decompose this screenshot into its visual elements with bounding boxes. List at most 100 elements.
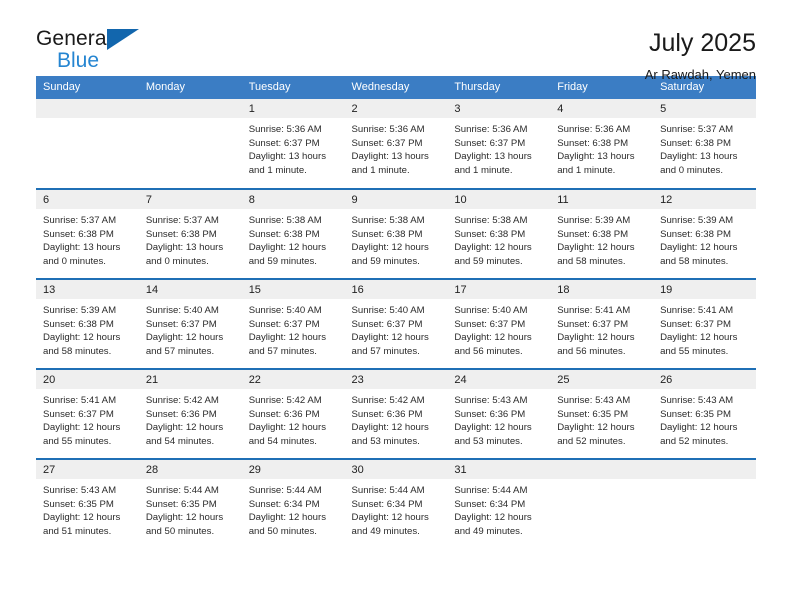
day-number: 25 [550, 370, 654, 389]
daylight-text: Daylight: 12 hours and 58 minutes. [557, 242, 635, 267]
sunset-text: Sunset: 6:38 PM [660, 137, 731, 149]
sunset-text: Sunset: 6:35 PM [43, 498, 114, 510]
daylight-text: Daylight: 13 hours and 0 minutes. [660, 151, 738, 176]
sunrise-text: Sunrise: 5:40 AM [454, 305, 528, 316]
day-number: 10 [447, 190, 551, 209]
calendar-day-cell[interactable]: 15 Sunrise: 5:40 AM Sunset: 6:37 PM Dayligh… [241, 278, 345, 369]
calendar-day-cell[interactable]: 10 Sunrise: 5:38 AM Sunset: 6:38 PM Dayligh… [447, 188, 551, 279]
sunset-text: Sunset: 6:34 PM [351, 498, 423, 510]
weekday-header-thursday: Thursday [447, 76, 551, 99]
sunset-text: Sunset: 6:37 PM [248, 318, 320, 330]
calendar-day-cell[interactable]: 1 Sunrise: 5:36 AM Sunset: 6:37 PM Daylight… [241, 99, 345, 189]
day-number: 29 [241, 460, 345, 479]
day-details: Sunrise: 5:37 AM Sunset: 6:38 PM Daylight:… [36, 209, 139, 268]
sunrise-text: Sunrise: 5:36 AM [248, 124, 322, 135]
sunset-text: Sunset: 6:37 PM [145, 318, 217, 330]
calendar-day-cell[interactable]: 18 Sunrise: 5:41 AM Sunset: 6:37 PM Dayligh… [550, 278, 654, 369]
day-number: 24 [447, 370, 551, 389]
sunrise-text: Sunrise: 5:41 AM [43, 395, 117, 406]
general-blue-logo[interactable]: General Blue [36, 28, 156, 76]
sunrise-text: Sunrise: 5:38 AM [454, 215, 528, 226]
sunset-text: Sunset: 6:35 PM [145, 498, 217, 510]
sunset-text: Sunset: 6:37 PM [351, 318, 423, 330]
weekday-header-sunday: Sunday [36, 76, 139, 99]
day-number: 17 [447, 280, 551, 299]
sunrise-text: Sunrise: 5:43 AM [660, 395, 734, 406]
day-details: Sunrise: 5:42 AM Sunset: 6:36 PM Daylight:… [242, 389, 345, 448]
calendar-day-cell[interactable]: 9 Sunrise: 5:38 AM Sunset: 6:38 PM Daylight… [344, 188, 448, 279]
calendar-day-cell[interactable]: 2 Sunrise: 5:36 AM Sunset: 6:37 PM Daylight… [344, 99, 448, 189]
day-number: 19 [653, 280, 756, 299]
calendar-week-row: 6 Sunrise: 5:37 AM Sunset: 6:38 PM Daylight… [36, 188, 756, 279]
daylight-text: Daylight: 13 hours and 1 minute. [454, 151, 532, 176]
sunrise-text: Sunrise: 5:36 AM [557, 124, 631, 135]
calendar-day-cell[interactable]: 11 Sunrise: 5:39 AM Sunset: 6:38 PM Dayligh… [550, 188, 654, 279]
sunset-text: Sunset: 6:38 PM [557, 137, 629, 149]
calendar-day-cell[interactable]: 23 Sunrise: 5:42 AM Sunset: 6:36 PM Dayligh… [344, 368, 448, 459]
calendar-day-cell[interactable]: 24 Sunrise: 5:43 AM Sunset: 6:36 PM Dayligh… [447, 368, 551, 459]
day-number: 28 [138, 460, 242, 479]
calendar-day-cell[interactable]: 17 Sunrise: 5:40 AM Sunset: 6:37 PM Dayligh… [447, 278, 551, 369]
daylight-text: Daylight: 12 hours and 57 minutes. [145, 332, 224, 357]
calendar-day-cell[interactable]: 25 Sunrise: 5:43 AM Sunset: 6:35 PM Dayligh… [550, 368, 654, 459]
calendar-day-cell[interactable]: 22 Sunrise: 5:42 AM Sunset: 6:36 PM Dayligh… [241, 368, 345, 459]
day-number: 6 [36, 190, 139, 209]
calendar-day-cell[interactable]: 5 Sunrise: 5:37 AM Sunset: 6:38 PM Daylight… [653, 99, 756, 189]
calendar-day-cell[interactable]: 20 Sunrise: 5:41 AM Sunset: 6:37 PM Dayligh… [36, 368, 139, 459]
day-number: 22 [241, 370, 345, 389]
daylight-text: Daylight: 12 hours and 50 minutes. [145, 512, 224, 537]
calendar-day-cell[interactable]: 19 Sunrise: 5:41 AM Sunset: 6:37 PM Dayligh… [653, 278, 756, 369]
calendar-day-cell[interactable]: 27 Sunrise: 5:43 AM Sunset: 6:35 PM Dayligh… [36, 458, 139, 549]
calendar-day-cell[interactable]: 29 Sunrise: 5:44 AM Sunset: 6:34 PM Dayligh… [241, 458, 345, 549]
sunrise-text: Sunrise: 5:36 AM [454, 124, 528, 135]
daylight-text: Daylight: 12 hours and 50 minutes. [248, 512, 327, 537]
day-details: Sunrise: 5:38 AM Sunset: 6:38 PM Daylight:… [447, 209, 550, 268]
day-number: 23 [344, 370, 448, 389]
sunset-text: Sunset: 6:38 PM [351, 228, 423, 240]
calendar-day-cell[interactable]: 26 Sunrise: 5:43 AM Sunset: 6:35 PM Dayligh… [653, 368, 756, 459]
calendar-day-cell[interactable]: 31 Sunrise: 5:44 AM Sunset: 6:34 PM Dayligh… [447, 458, 551, 549]
daylight-text: Daylight: 12 hours and 49 minutes. [454, 512, 532, 537]
calendar-day-cell[interactable]: 6 Sunrise: 5:37 AM Sunset: 6:38 PM Daylight… [36, 188, 139, 279]
day-details: Sunrise: 5:43 AM Sunset: 6:35 PM Daylight:… [550, 389, 653, 448]
calendar-day-cell[interactable]: 28 Sunrise: 5:44 AM Sunset: 6:35 PM Dayligh… [138, 458, 242, 549]
calendar-day-cell[interactable]: 4 Sunrise: 5:36 AM Sunset: 6:38 PM Daylight… [550, 99, 654, 189]
page-subtitle-location: Ar Rawdah, Yemen [644, 66, 756, 82]
calendar-day-cell[interactable]: 13 Sunrise: 5:39 AM Sunset: 6:38 PM Dayligh… [36, 278, 139, 369]
day-details: Sunrise: 5:37 AM Sunset: 6:38 PM Daylight:… [139, 209, 242, 268]
calendar-day-cell[interactable]: 16 Sunrise: 5:40 AM Sunset: 6:37 PM Dayligh… [344, 278, 448, 369]
sunset-text: Sunset: 6:38 PM [248, 228, 320, 240]
calendar-day-cell[interactable]: 3 Sunrise: 5:36 AM Sunset: 6:37 PM Daylight… [447, 99, 551, 189]
daylight-text: Daylight: 13 hours and 1 minute. [351, 151, 429, 176]
sunset-text: Sunset: 6:38 PM [660, 228, 731, 240]
day-number: 30 [344, 460, 448, 479]
day-details: Sunrise: 5:39 AM Sunset: 6:38 PM Daylight:… [36, 299, 139, 358]
day-number: 9 [344, 190, 448, 209]
calendar-day-cell[interactable]: 7 Sunrise: 5:37 AM Sunset: 6:38 PM Daylight… [138, 188, 242, 279]
sunset-text: Sunset: 6:37 PM [248, 137, 320, 149]
sunrise-text: Sunrise: 5:36 AM [351, 124, 425, 135]
sunset-text: Sunset: 6:36 PM [351, 408, 423, 420]
weekday-header-monday: Monday [138, 76, 242, 99]
day-number: 5 [653, 99, 756, 118]
sunrise-text: Sunrise: 5:44 AM [145, 485, 219, 496]
sunset-text: Sunset: 6:34 PM [454, 498, 526, 510]
day-number: 15 [241, 280, 345, 299]
day-number: 8 [241, 190, 345, 209]
daylight-text: Daylight: 12 hours and 57 minutes. [351, 332, 429, 357]
calendar-day-cell[interactable]: 8 Sunrise: 5:38 AM Sunset: 6:38 PM Daylight… [241, 188, 345, 279]
calendar-day-cell[interactable]: 30 Sunrise: 5:44 AM Sunset: 6:34 PM Dayligh… [344, 458, 448, 549]
day-details: Sunrise: 5:36 AM Sunset: 6:37 PM Daylight:… [242, 118, 345, 177]
calendar-day-cell[interactable]: 14 Sunrise: 5:40 AM Sunset: 6:37 PM Dayligh… [138, 278, 242, 369]
sunset-text: Sunset: 6:38 PM [43, 318, 114, 330]
title-block: July 2025 Ar Rawdah, Yemen [644, 28, 756, 82]
calendar-day-cell[interactable]: 21 Sunrise: 5:42 AM Sunset: 6:36 PM Dayligh… [138, 368, 242, 459]
sunrise-text: Sunrise: 5:37 AM [43, 215, 117, 226]
daylight-text: Daylight: 12 hours and 53 minutes. [454, 422, 532, 447]
sunrise-text: Sunrise: 5:39 AM [557, 215, 631, 226]
calendar-day-cell[interactable]: 12 Sunrise: 5:39 AM Sunset: 6:38 PM Dayligh… [653, 188, 756, 279]
day-number: 14 [138, 280, 242, 299]
day-details: Sunrise: 5:39 AM Sunset: 6:38 PM Daylight:… [653, 209, 756, 268]
daylight-text: Daylight: 12 hours and 59 minutes. [351, 242, 429, 267]
day-details: Sunrise: 5:44 AM Sunset: 6:34 PM Daylight:… [447, 479, 550, 538]
